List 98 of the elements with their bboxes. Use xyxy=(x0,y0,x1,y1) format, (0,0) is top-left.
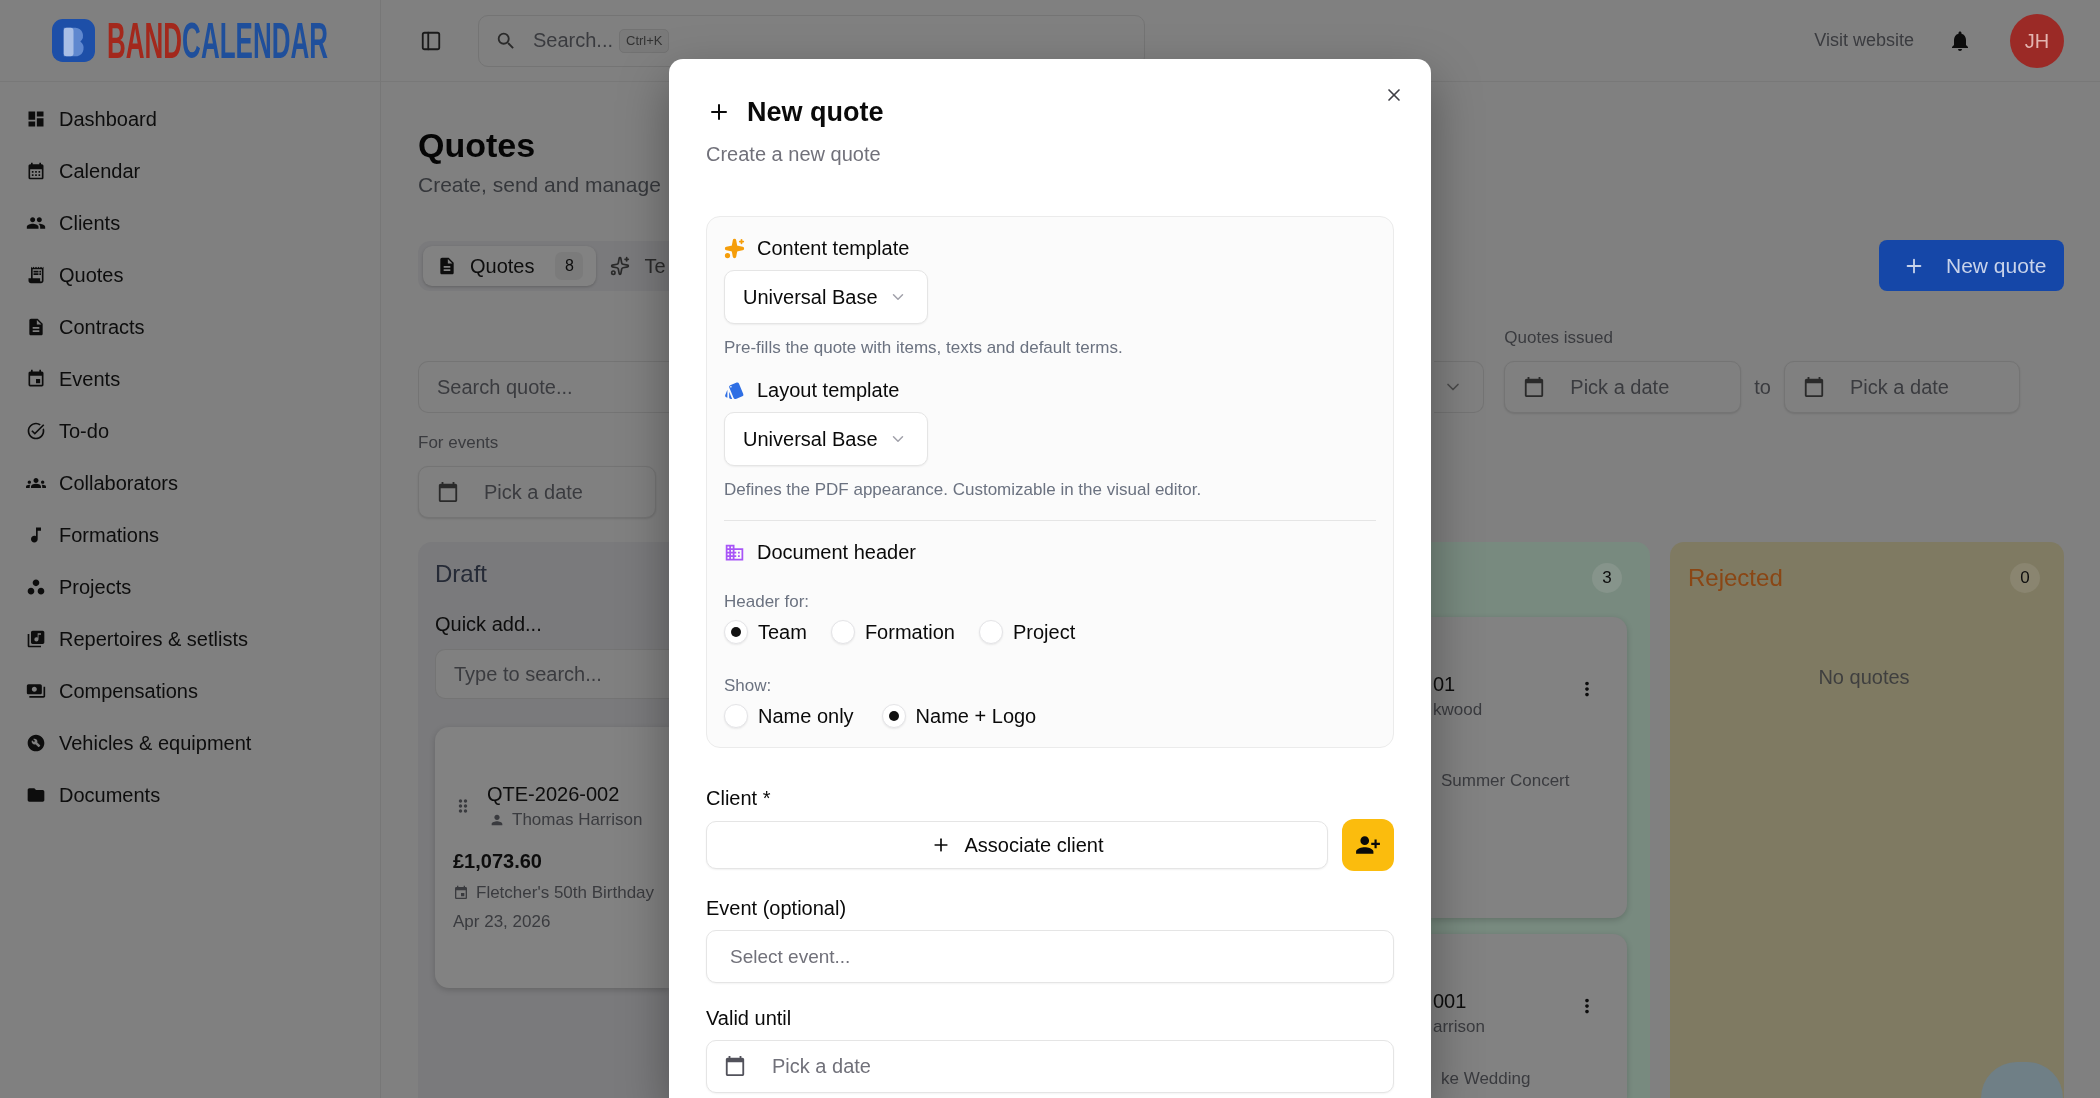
column-title: Draft xyxy=(435,559,487,589)
radio-button[interactable] xyxy=(724,620,748,644)
document-icon xyxy=(437,255,457,276)
dialog-title: New quote xyxy=(747,96,884,129)
radio-label: Name + Logo xyxy=(915,704,1037,729)
sidebar-item[interactable]: Vehicles & equipment xyxy=(0,717,380,769)
range-separator: to xyxy=(1754,375,1771,400)
empty-message: No quotes xyxy=(1818,665,1910,690)
quote-amount: £1,073.60 xyxy=(453,849,542,874)
user-avatar[interactable]: JH xyxy=(2010,13,2064,68)
field-label: Event (optional) xyxy=(706,896,847,921)
sidebar-item[interactable]: Events xyxy=(0,353,380,405)
visit-website-link[interactable]: Visit website xyxy=(1814,27,1914,54)
hint-text: Defines the PDF appearance. Customizable in the visual editor. xyxy=(724,479,1202,501)
template-select[interactable]: Universal Base xyxy=(724,412,928,466)
sidebar-item[interactable]: Collaborators xyxy=(0,457,380,509)
field-label: Client * xyxy=(706,786,771,811)
folder-icon xyxy=(26,785,46,805)
sidebar-item[interactable]: Compensations xyxy=(0,665,380,717)
event-name: Summer Concert xyxy=(1440,770,1570,792)
section-label: Document header xyxy=(757,540,916,565)
event-name: ke Wedding xyxy=(1440,1068,1531,1090)
logo-wordmark: BANDCALENDAR xyxy=(107,18,328,63)
calendar-icon xyxy=(437,481,459,503)
calendar-icon xyxy=(26,161,46,181)
page-title: Quotes xyxy=(418,125,536,166)
client-name: kwood xyxy=(1433,699,1483,721)
hint-text: Pre-fills the quote with items, texts and default terms. xyxy=(724,337,1123,359)
radio-label: Name only xyxy=(758,704,854,729)
three-circles-icon xyxy=(26,577,46,597)
document-icon xyxy=(26,317,46,337)
quick-add-field[interactable]: Type to search... xyxy=(435,649,669,699)
quote-number: 001 xyxy=(1433,989,1467,1014)
filter-label: For events xyxy=(418,432,499,454)
event-name: Fletcher's 50th Birthday xyxy=(476,882,655,904)
sparkles-icon xyxy=(724,237,745,259)
sparkles-icon xyxy=(610,255,631,276)
date-field[interactable]: Pick a date xyxy=(1504,361,1742,413)
calendar-icon xyxy=(724,1055,746,1077)
associate-client-button[interactable]: Associate client xyxy=(706,821,1328,869)
filter-label: Quotes issued xyxy=(1504,327,1613,349)
client-name: Thomas Harrison xyxy=(512,809,643,831)
radio-label: Formation xyxy=(864,620,955,645)
sidebar-toggle-icon[interactable] xyxy=(420,29,442,52)
radio-label: Team xyxy=(758,620,807,645)
calendar-icon xyxy=(1803,376,1825,398)
search-field[interactable]: Search quote... xyxy=(418,361,669,413)
count-badge: 0 xyxy=(2010,563,2040,593)
quote-number: 01 xyxy=(1433,672,1456,697)
client-name: arrison xyxy=(1433,1016,1485,1038)
tab[interactable]: Quotes 8 xyxy=(423,245,597,286)
sidebar-item[interactable]: Dashboard xyxy=(0,93,380,145)
shortcut-key: Ctrl+K xyxy=(619,28,670,53)
logo-icon xyxy=(52,19,95,62)
sidebar-item[interactable]: To-do xyxy=(0,405,380,457)
radio-button[interactable] xyxy=(724,704,748,728)
field-label: Valid until xyxy=(706,1006,792,1031)
person-icon xyxy=(489,812,505,828)
sidebar-item[interactable]: Projects xyxy=(0,561,380,613)
new-quote-button[interactable]: New quote xyxy=(1879,240,2064,291)
field-label: Header for: xyxy=(724,591,810,613)
sidebar-item[interactable]: Documents xyxy=(0,769,380,821)
template-select[interactable]: Universal Base xyxy=(724,270,928,324)
sidebar-item[interactable]: Clients xyxy=(0,197,380,249)
sidebar-item[interactable]: Contracts xyxy=(0,301,380,353)
page-subtitle: Create, send and manage xyxy=(418,172,661,198)
count-badge: 8 xyxy=(555,251,584,280)
field-label: Show: xyxy=(724,675,772,697)
quote-number: QTE-2026-002 xyxy=(487,782,620,807)
radio-button[interactable] xyxy=(881,704,906,728)
section-label: Layout template xyxy=(757,378,900,403)
radio-button[interactable] xyxy=(978,620,1003,644)
section-label: Content template xyxy=(757,236,910,261)
sidebar-item[interactable]: Repertoires & setlists xyxy=(0,613,380,665)
radio-label: Project xyxy=(1012,620,1076,645)
banknotes-icon xyxy=(26,681,46,701)
sidebar-item[interactable]: Calendar xyxy=(0,145,380,197)
quote-date: Apr 23, 2026 xyxy=(453,911,551,933)
radio-button[interactable] xyxy=(830,620,855,644)
receipt-icon xyxy=(26,265,46,285)
cards-icon xyxy=(724,379,745,401)
date-field[interactable]: Pick a date xyxy=(418,466,656,518)
tab[interactable]: Te xyxy=(596,245,668,286)
music-library-icon xyxy=(26,629,46,649)
dialog-subtitle: Create a new quote xyxy=(706,142,881,167)
event-select[interactable]: Select event... xyxy=(706,930,1394,983)
sidebar-item[interactable]: Quotes xyxy=(0,249,380,301)
dashboard-icon xyxy=(26,109,46,129)
sidebar-item[interactable]: Formations xyxy=(0,509,380,561)
count-badge: 3 xyxy=(1592,563,1622,593)
calendar-icon xyxy=(1523,376,1546,398)
quick-add-label: Quick add... xyxy=(435,612,542,637)
date-field[interactable]: Pick a date xyxy=(1784,361,2020,413)
calendar-event-icon xyxy=(26,369,46,389)
calendar-event-icon xyxy=(453,885,469,901)
add-person-button[interactable] xyxy=(1342,819,1394,871)
column-title: Rejected xyxy=(1688,563,1783,593)
wrench-icon xyxy=(26,733,46,753)
